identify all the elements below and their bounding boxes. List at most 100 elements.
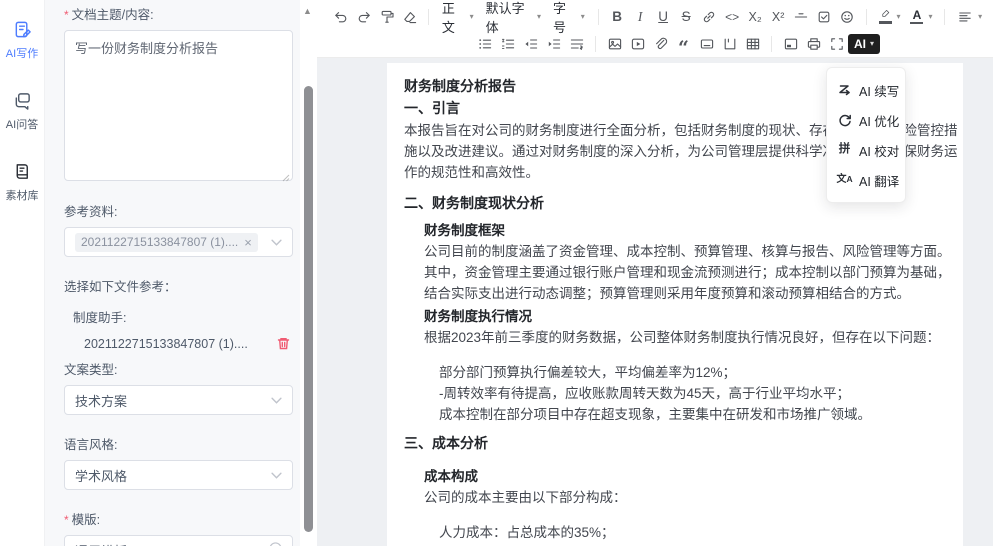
doc-paragraph: 公司目前的制度涵盖了资金管理、成本控制、预算管理、核算与报告、风险管理等方面。其… <box>424 241 958 304</box>
insert-image-button[interactable] <box>603 33 626 55</box>
attachment-button[interactable] <box>649 33 672 55</box>
nav-item-ai-writing[interactable]: AI写作 <box>6 20 38 61</box>
page-setup-button[interactable] <box>779 33 802 55</box>
topic-input[interactable]: 写一份财务制度分析报告 <box>64 30 293 181</box>
caret-down-icon: ▾ <box>870 39 874 48</box>
align-dropdown[interactable]: ▾ <box>952 6 987 28</box>
subscript-button[interactable]: X₂ <box>744 6 767 28</box>
code-block-button[interactable] <box>718 33 741 55</box>
reference-file-name: 2021122715133847807 (1).... <box>84 337 276 351</box>
doc-subheading: 成本构成 <box>424 466 958 487</box>
style-select[interactable]: 学术风格 <box>64 460 293 490</box>
bullet-list-button[interactable] <box>473 33 496 55</box>
doc-type-value: 技术方案 <box>75 391 127 410</box>
doc-subheading: 财务制度执行情况 <box>424 306 958 327</box>
underline-button[interactable]: U <box>652 6 675 28</box>
style-value: 学术风格 <box>75 466 127 485</box>
nav-rail: AI写作 AI问答 素材库 <box>0 0 45 546</box>
paragraph-style-dropdown[interactable]: 正文▾ <box>436 6 480 28</box>
strikethrough-button[interactable]: S <box>675 6 698 28</box>
caret-down-icon: ▾ <box>978 12 982 21</box>
ai-actions-menu: AI 续写 AI 优化 拼 AI 校对 文A <box>826 67 906 203</box>
toolbar-divider <box>944 9 945 25</box>
caret-down-icon: ▾ <box>470 12 474 21</box>
document-canvas: 财务制度分析报告 一、引言 本报告旨在对公司的财务制度进行全面分析，包括财务制度… <box>317 58 993 546</box>
resize-handle[interactable] <box>282 174 290 182</box>
library-icon <box>13 162 32 184</box>
bold-button[interactable]: B <box>606 6 629 28</box>
undo-button[interactable] <box>329 6 352 28</box>
editor-area: 正文▾ 默认字体▾ 字号▾ B I U S <> X₂ X² <box>317 0 993 546</box>
reference-tag: 2021122715133847807 (1).... × <box>75 233 258 252</box>
template-value: 通用模板 <box>75 541 127 546</box>
scrollbar-thumb[interactable] <box>304 86 313 532</box>
file-select-label: 选择如下文件参考： <box>64 276 293 295</box>
chevron-down-icon <box>271 239 282 246</box>
inline-code-button[interactable]: <> <box>721 6 744 28</box>
doc-type-select[interactable]: 技术方案 <box>64 385 293 415</box>
ai-writing-icon <box>13 20 32 42</box>
editor-toolbar: 正文▾ 默认字体▾ 字号▾ B I U S <> X₂ X² <box>317 0 993 58</box>
required-mark: * <box>64 513 69 527</box>
line-spacing-button[interactable] <box>565 33 588 55</box>
ai-translate-icon: 文A <box>837 173 852 188</box>
writing-form-panel: *文档主题/内容: 写一份财务制度分析报告 参考资料: 202112271513… <box>45 0 300 546</box>
menu-item-ai-continue[interactable]: AI 续写 <box>827 75 905 105</box>
ai-optimize-icon <box>837 113 852 128</box>
chevron-down-icon <box>251 543 262 546</box>
toolbar-divider <box>866 9 867 25</box>
caret-down-icon: ▾ <box>928 12 932 21</box>
template-select[interactable]: 通用模板 <box>64 535 293 546</box>
format-painter-button[interactable] <box>375 6 398 28</box>
nav-item-library[interactable]: 素材库 <box>6 162 39 203</box>
toolbar-row-1: 正文▾ 默认字体▾ 字号▾ B I U S <> X₂ X² <box>329 3 987 30</box>
doc-list-item: 人力成本：占总成本的35%； <box>439 522 958 543</box>
task-list-button[interactable] <box>813 6 836 28</box>
doc-subheading: 财务制度框架 <box>424 220 958 241</box>
ai-proofread-icon: 拼 <box>837 143 852 158</box>
menu-item-ai-optimize[interactable]: AI 优化 <box>827 105 905 135</box>
doc-paragraph: 公司的成本主要由以下部分构成： <box>424 487 958 508</box>
indent-button[interactable] <box>542 33 565 55</box>
clear-format-button[interactable] <box>398 6 421 28</box>
scroll-up-icon[interactable]: ▲ <box>303 7 312 16</box>
font-size-dropdown[interactable]: 字号▾ <box>547 6 591 28</box>
delete-file-icon[interactable] <box>276 336 291 351</box>
reference-select[interactable]: 2021122715133847807 (1).... × <box>64 227 293 257</box>
app-window: AI写作 AI问答 素材库 *文档主题/内容: 写一份财务制度分析报告 参考资料… <box>0 0 993 546</box>
menu-item-ai-proofread[interactable]: 拼 AI 校对 <box>827 135 905 165</box>
ai-dropdown-button[interactable]: AI▾ <box>848 34 880 54</box>
form-scrollbar: ▲ <box>300 0 317 546</box>
horizontal-rule-button[interactable] <box>790 6 813 28</box>
fullscreen-button[interactable] <box>825 33 848 55</box>
emoji-button[interactable] <box>836 6 859 28</box>
template-label: *模版: <box>64 509 293 528</box>
chevron-down-icon <box>271 397 282 404</box>
divider-block-button[interactable] <box>695 33 718 55</box>
insert-video-button[interactable] <box>626 33 649 55</box>
insert-table-button[interactable] <box>741 33 764 55</box>
print-button[interactable] <box>802 33 825 55</box>
nav-item-label: AI问答 <box>6 116 38 132</box>
toolbar-row-2: “ <box>329 30 987 57</box>
tag-close-icon[interactable]: × <box>244 235 252 250</box>
redo-button[interactable] <box>352 6 375 28</box>
font-color-dropdown[interactable]: A ▾ <box>905 6 937 28</box>
italic-button[interactable]: I <box>629 6 652 28</box>
nav-item-ai-qa[interactable]: AI问答 <box>6 91 38 132</box>
topic-label: *文档主题/内容: <box>64 4 293 23</box>
superscript-button[interactable]: X² <box>767 6 790 28</box>
menu-item-ai-translate[interactable]: 文A AI 翻译 <box>827 165 905 195</box>
blockquote-button[interactable]: “ <box>672 33 695 55</box>
outdent-button[interactable] <box>519 33 542 55</box>
link-button[interactable] <box>698 6 721 28</box>
ordered-list-button[interactable] <box>496 33 519 55</box>
doc-list-item: 部分部门预算执行偏差较大，平均偏差率为12%； <box>439 362 958 383</box>
doc-paragraph: 根据2023年前三季度的财务数据，公司整体财务制度执行情况良好，但存在以下问题： <box>424 327 958 348</box>
required-mark: * <box>64 8 69 22</box>
toolbar-divider <box>428 9 429 25</box>
reference-file-row: 2021122715133847807 (1).... <box>84 336 291 351</box>
highlight-color-dropdown[interactable]: ▾ <box>874 6 906 28</box>
font-family-dropdown[interactable]: 默认字体▾ <box>480 6 547 28</box>
circle-check-icon <box>269 542 282 546</box>
